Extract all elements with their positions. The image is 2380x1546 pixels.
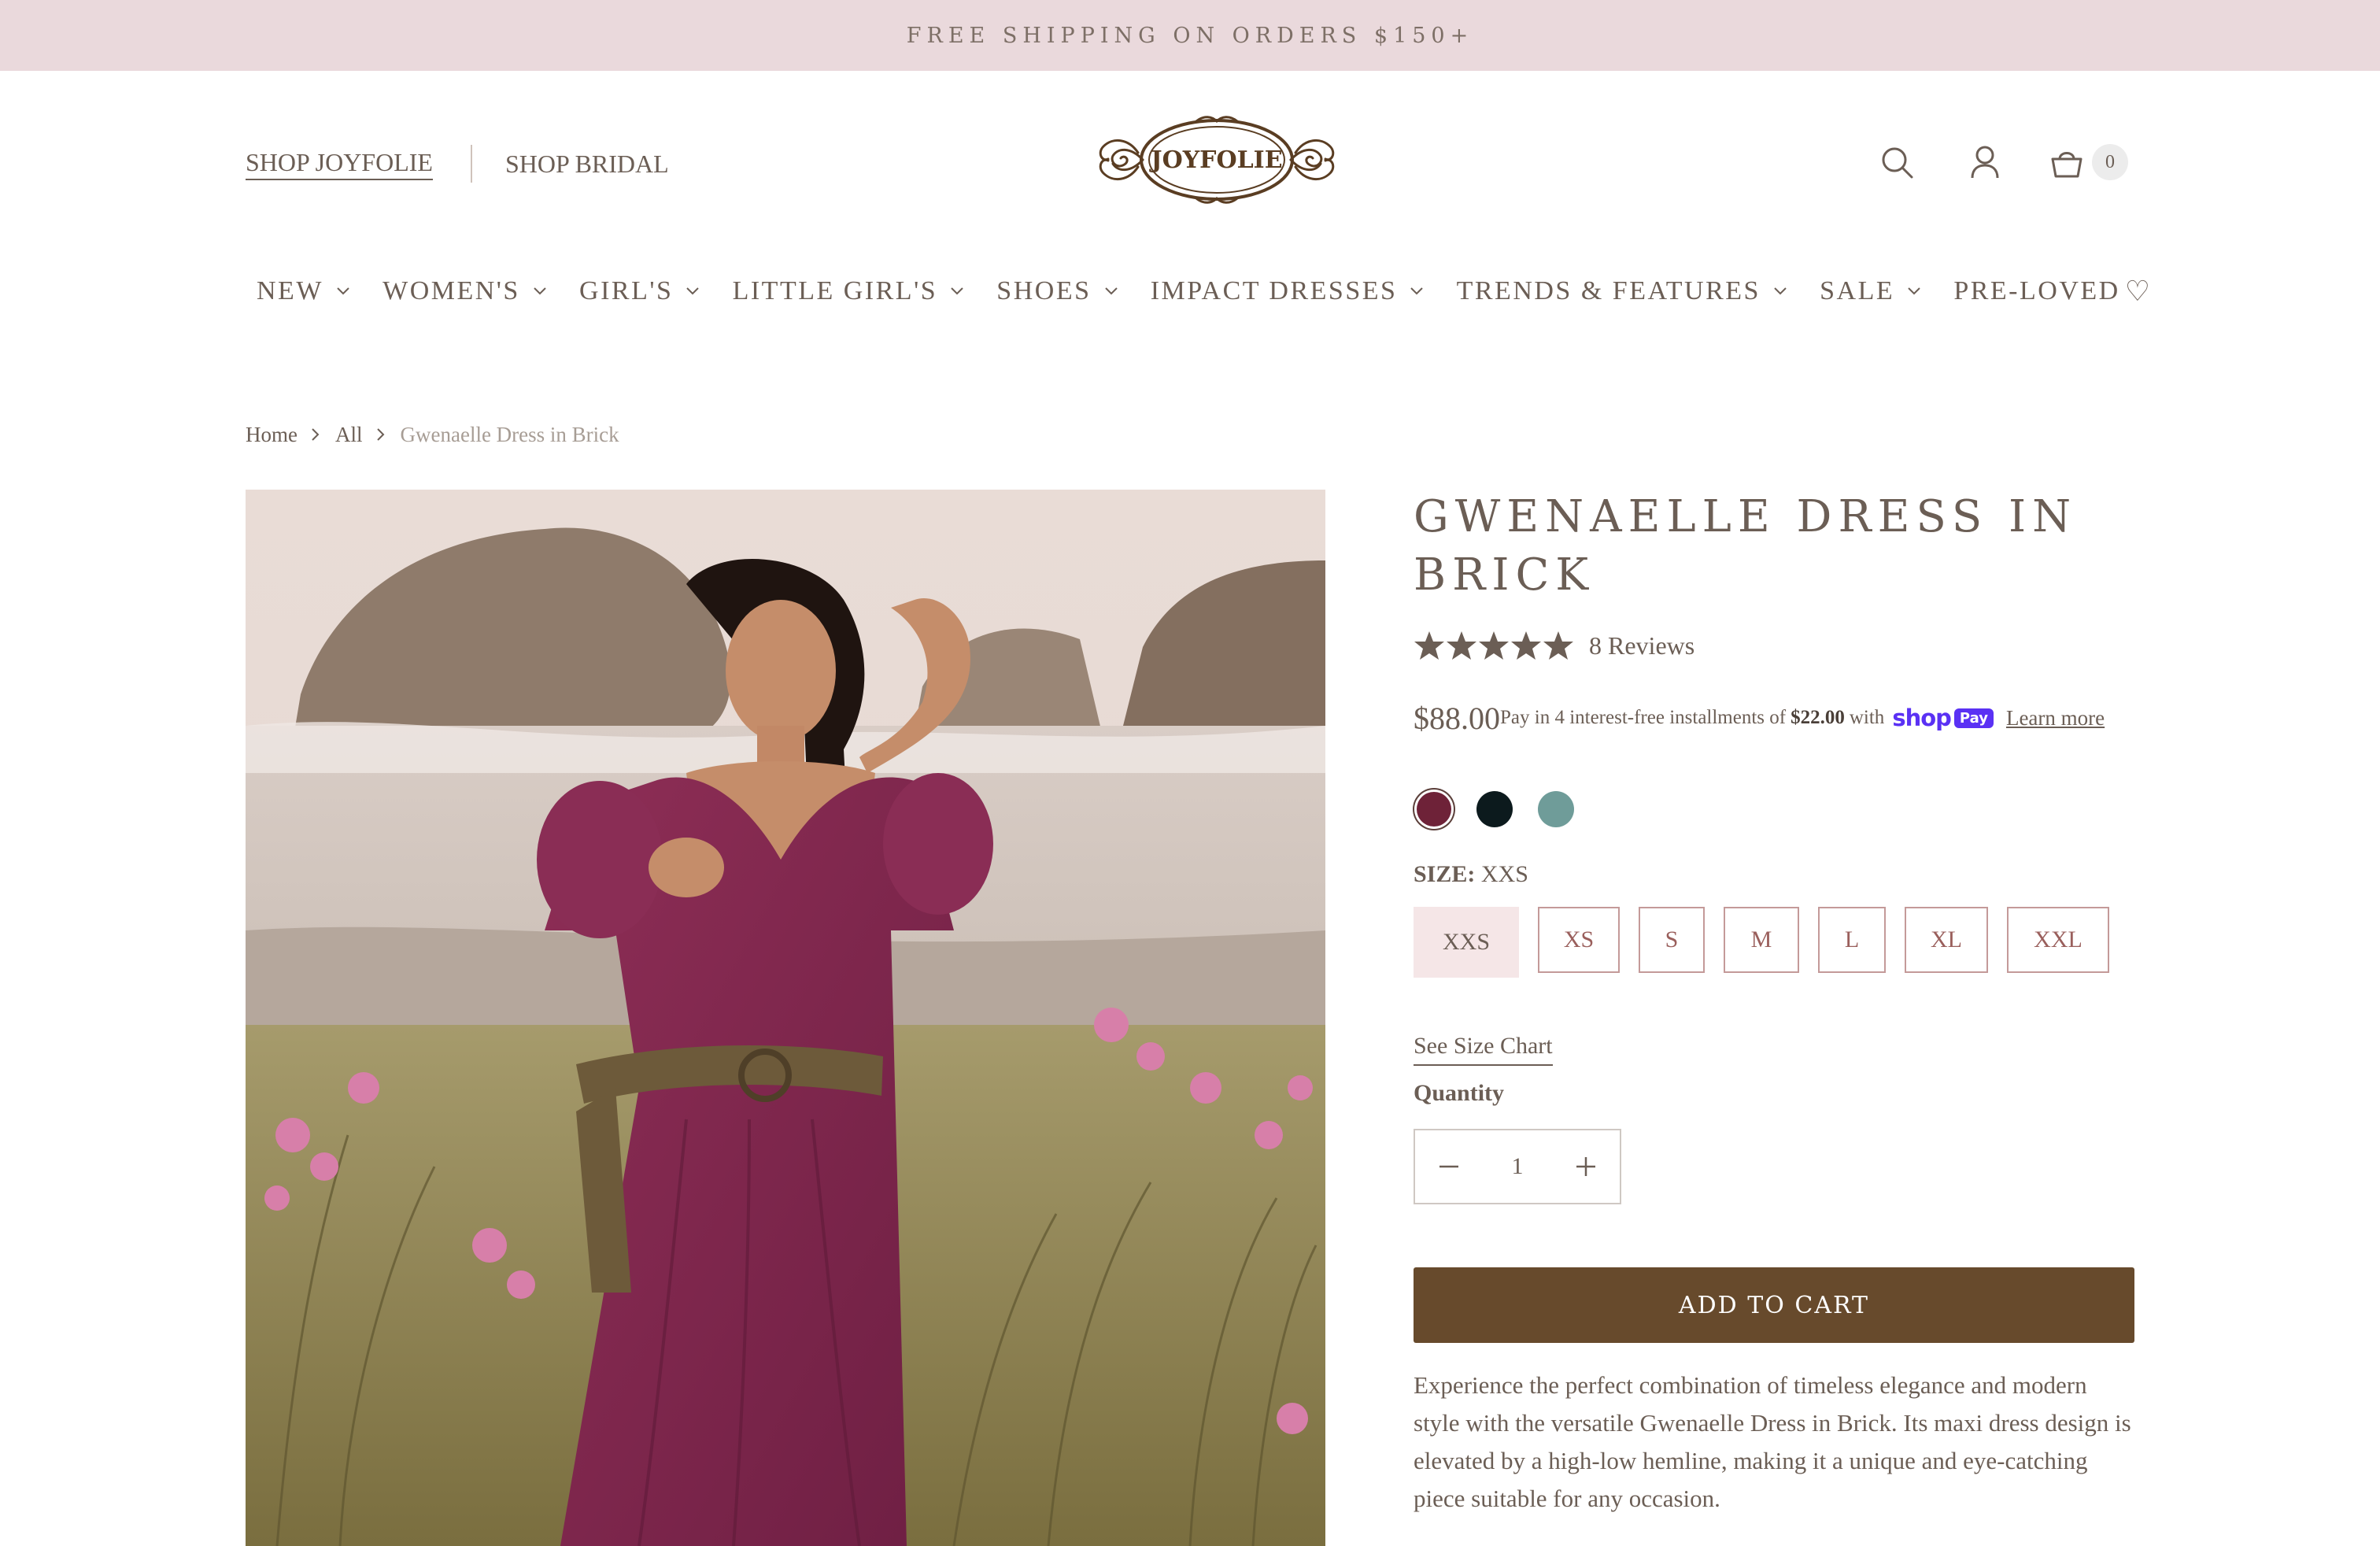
nav-label: IMPACT DRESSES	[1150, 276, 1398, 305]
swatch-sage[interactable]	[1538, 791, 1574, 827]
cart-count-badge: 0	[2092, 144, 2128, 180]
header-divider	[470, 145, 472, 183]
reviews-count[interactable]: 8 Reviews	[1589, 631, 1694, 660]
swatch-brick[interactable]	[1417, 792, 1451, 827]
nav-label: SALE	[1820, 276, 1895, 305]
search-icon	[1882, 147, 1913, 179]
price-row: $88.00 Pay in 4 interest-free installmen…	[1414, 697, 2134, 738]
quantity-stepper: 1	[1414, 1129, 1621, 1204]
nav-impact-dresses[interactable]: IMPACT DRESSES	[1140, 276, 1425, 306]
quantity-increase-button[interactable]	[1569, 1150, 1602, 1183]
installments-message: Pay in 4 interest-free installments of $…	[1500, 705, 1994, 731]
account-button[interactable]	[1961, 139, 2009, 186]
shop-bridal-link[interactable]: SHOP BRIDAL	[505, 150, 669, 179]
user-icon	[1971, 146, 1999, 179]
nav-trends-features[interactable]: TRENDS & FEATURES	[1446, 276, 1787, 306]
size-option-m[interactable]: M	[1724, 907, 1799, 973]
basket-icon	[2051, 152, 2082, 178]
chevron-down-icon	[686, 287, 700, 295]
size-option-xl[interactable]: XL	[1905, 907, 1988, 973]
product-description: Experience the perfect combination of ti…	[1414, 1371, 2131, 1512]
chevron-down-icon	[1104, 287, 1118, 295]
size-option-l[interactable]: L	[1818, 907, 1886, 973]
star-icon	[1414, 631, 1444, 660]
nav-label: SHOES	[996, 276, 1092, 305]
product-title: GWENAELLE DRESS IN BRICK	[1414, 491, 2078, 601]
chevron-down-icon	[1410, 287, 1424, 295]
product-info: GWENAELLE DRESS IN BRICK 8 Reviews $88.0…	[1414, 488, 2134, 1518]
shop-joyfolie-link[interactable]: SHOP JOYFOLIE	[246, 148, 433, 180]
shop-pay-badge: Pay	[1953, 708, 1994, 728]
cart-button[interactable]: 0	[2043, 139, 2128, 186]
nav-label: NEW	[257, 276, 323, 305]
installments-amount: $22.00	[1791, 707, 1845, 728]
chevron-right-icon	[312, 428, 320, 441]
learn-more-link[interactable]: Learn more	[2006, 706, 2105, 730]
size-label: SIZE: XXS	[1414, 861, 2134, 888]
star-rating	[1414, 630, 1575, 661]
installments-prefix: Pay in 4 interest-free installments of	[1500, 707, 1787, 728]
breadcrumb-current: Gwenaelle Dress in Brick	[400, 422, 619, 446]
star-icon	[1511, 631, 1541, 660]
swatch-black[interactable]	[1476, 791, 1513, 827]
header-icons: 0	[1873, 139, 2128, 186]
nav-little-girls[interactable]: LITTLE GIRL'S	[722, 276, 965, 306]
search-button[interactable]	[1873, 139, 1920, 186]
main-navigation: NEW WOMEN'S GIRL'S LITTLE GIRL'S SHOES I…	[246, 268, 2150, 315]
color-swatches	[1414, 787, 2134, 831]
shop-pay-text: shop	[1892, 705, 1952, 731]
quantity-value[interactable]: 1	[1512, 1153, 1524, 1180]
joyfolie-logo[interactable]: JOYFOLIE	[1094, 115, 1340, 205]
installments-with: with	[1849, 707, 1885, 728]
nav-womens[interactable]: WOMEN'S	[371, 276, 547, 306]
chevron-down-icon	[534, 287, 546, 295]
breadcrumb-all[interactable]: All	[335, 423, 363, 447]
cart-icon-wrap	[2043, 139, 2090, 186]
product-rating[interactable]: 8 Reviews	[1414, 627, 2134, 664]
chevron-right-icon	[376, 428, 384, 441]
logo-text: JOYFOLIE	[1148, 146, 1282, 174]
add-to-cart-button[interactable]: ADD TO CART	[1414, 1267, 2134, 1343]
star-icon	[1479, 631, 1509, 660]
size-option-xxl[interactable]: XXL	[2007, 907, 2109, 973]
minus-icon	[1439, 1165, 1458, 1168]
nav-new[interactable]: NEW	[246, 276, 350, 306]
logo-graphic: JOYFOLIE	[1099, 116, 1335, 204]
nav-label: LITTLE GIRL'S	[732, 276, 938, 305]
quantity-decrease-button[interactable]	[1432, 1150, 1465, 1183]
size-options: XXS XS S M L XL XXL	[1414, 907, 2134, 978]
announcement-text: FREE SHIPPING ON ORDERS $150+	[906, 23, 1474, 48]
nav-pre-loved[interactable]: PRE-LOVED ♡	[1942, 275, 2150, 308]
shop-pay-logo: shop Pay	[1892, 705, 1994, 731]
quantity-label: Quantity	[1414, 1080, 1505, 1106]
plus-icon	[1576, 1157, 1595, 1176]
size-option-xxs[interactable]: XXS	[1414, 907, 1519, 978]
product-photo	[246, 490, 1325, 1546]
chevron-down-icon	[951, 287, 963, 295]
nav-label: PRE-LOVED	[1953, 276, 2120, 305]
nav-label: TRENDS & FEATURES	[1456, 276, 1761, 305]
product-image[interactable]	[246, 490, 1325, 1546]
nav-sale[interactable]: SALE	[1809, 276, 1921, 306]
nav-label: WOMEN'S	[382, 276, 520, 305]
size-option-s[interactable]: S	[1639, 907, 1705, 973]
product-price: $88.00	[1414, 700, 1500, 736]
breadcrumb: Home All Gwenaelle Dress in Brick	[246, 419, 619, 450]
announcement-bar: FREE SHIPPING ON ORDERS $150+	[0, 0, 2380, 71]
nav-girls[interactable]: GIRL'S	[568, 276, 700, 306]
breadcrumb-home[interactable]: Home	[246, 423, 298, 447]
selected-size: XXS	[1480, 861, 1528, 887]
star-icon	[1543, 631, 1573, 660]
star-icon	[1447, 631, 1476, 660]
nav-label: GIRL'S	[579, 276, 674, 305]
nav-shoes[interactable]: SHOES	[985, 276, 1118, 306]
heart-icon: ♡	[2124, 276, 2150, 307]
chevron-down-icon	[1908, 287, 1920, 295]
size-label-text: SIZE:	[1414, 861, 1476, 887]
header-store-links: SHOP JOYFOLIE SHOP BRIDAL	[246, 140, 669, 187]
size-option-xs[interactable]: XS	[1538, 907, 1620, 973]
chevron-down-icon	[1774, 287, 1787, 295]
size-chart-link[interactable]: See Size Chart	[1414, 1033, 1553, 1066]
chevron-down-icon	[337, 287, 349, 295]
